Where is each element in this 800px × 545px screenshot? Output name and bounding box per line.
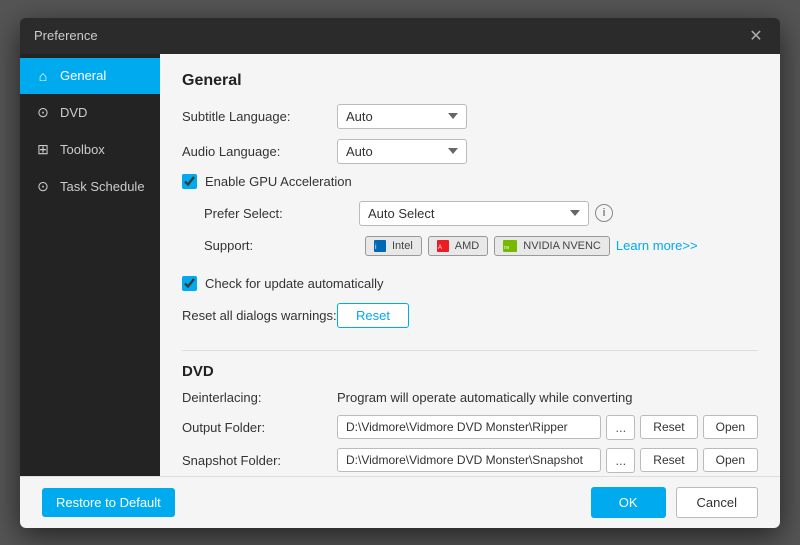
output-folder-label: Output Folder: (182, 420, 337, 435)
dvd-section-title: DVD (182, 363, 758, 380)
gpu-acceleration-checkbox[interactable] (182, 174, 197, 189)
sidebar: ⌂ General ⊙ DVD ⊞ Toolbox ⊙ Task Schedul… (20, 54, 160, 476)
output-folder-input[interactable] (337, 415, 601, 439)
toolbox-icon: ⊞ (34, 141, 52, 158)
sidebar-label-general: General (60, 68, 106, 83)
general-section-title: General (182, 72, 758, 90)
reset-dialogs-row: Reset all dialogs warnings: Reset (182, 303, 758, 328)
info-icon[interactable]: i (595, 204, 613, 222)
footer: Restore to Default OK Cancel (20, 476, 780, 528)
dialog-title: Preference (34, 28, 98, 43)
subtitle-language-row: Subtitle Language: Auto (182, 104, 758, 129)
svg-text:A: A (438, 245, 442, 251)
dialog-body: ⌂ General ⊙ DVD ⊞ Toolbox ⊙ Task Schedul… (20, 54, 780, 476)
audio-language-row: Audio Language: Auto (182, 139, 758, 164)
dvd-icon: ⊙ (34, 104, 52, 121)
preference-dialog: Preference ✕ ⌂ General ⊙ DVD ⊞ Toolbox ⊙… (20, 18, 780, 528)
sidebar-label-toolbox: Toolbox (60, 142, 105, 157)
cancel-button[interactable]: Cancel (676, 487, 758, 518)
sidebar-label-task-schedule: Task Schedule (60, 179, 145, 194)
output-folder-dots-button[interactable]: ... (606, 415, 635, 440)
prefer-select-label: Prefer Select: (204, 206, 359, 221)
prefer-select-dropdown[interactable]: Auto Select (359, 201, 589, 226)
snapshot-folder-dots-button[interactable]: ... (606, 448, 635, 473)
schedule-icon: ⊙ (34, 178, 52, 195)
output-folder-open-button[interactable]: Open (703, 415, 758, 439)
close-button[interactable]: ✕ (746, 26, 766, 46)
section-divider (182, 350, 758, 351)
deinterlacing-row: Deinterlacing: Program will operate auto… (182, 390, 758, 405)
check-update-label[interactable]: Check for update automatically (205, 276, 383, 291)
output-folder-row: Output Folder: ... Reset Open (182, 415, 758, 440)
check-update-checkbox[interactable] (182, 276, 197, 291)
sidebar-item-task-schedule[interactable]: ⊙ Task Schedule (20, 168, 160, 205)
audio-language-dropdown[interactable]: Auto (337, 139, 467, 164)
title-bar: Preference ✕ (20, 18, 780, 54)
footer-actions: OK Cancel (591, 487, 758, 518)
snapshot-folder-row: Snapshot Folder: ... Reset Open (182, 448, 758, 473)
snapshot-folder-open-button[interactable]: Open (703, 448, 758, 472)
check-update-row: Check for update automatically (182, 276, 758, 291)
deinterlacing-value: Program will operate automatically while… (337, 390, 633, 405)
svg-text:nv: nv (504, 245, 510, 251)
reset-dialogs-label: Reset all dialogs warnings: (182, 308, 337, 323)
audio-language-label: Audio Language: (182, 144, 337, 159)
sidebar-item-dvd[interactable]: ⊙ DVD (20, 94, 160, 131)
learn-more-link[interactable]: Learn more>> (616, 238, 698, 253)
prefer-select-block: Prefer Select: Auto Select i Support: i … (204, 201, 758, 266)
sidebar-item-toolbox[interactable]: ⊞ Toolbox (20, 131, 160, 168)
subtitle-language-dropdown[interactable]: Auto (337, 104, 467, 129)
snapshot-folder-label: Snapshot Folder: (182, 453, 337, 468)
gpu-acceleration-label[interactable]: Enable GPU Acceleration (205, 174, 352, 189)
gpu-acceleration-row: Enable GPU Acceleration (182, 174, 758, 189)
snapshot-folder-input[interactable] (337, 448, 601, 472)
subtitle-language-label: Subtitle Language: (182, 109, 337, 124)
sidebar-label-dvd: DVD (60, 105, 87, 120)
nvidia-chip: nv NVIDIA NVENC (494, 236, 610, 256)
reset-dialogs-button[interactable]: Reset (337, 303, 409, 328)
restore-default-button[interactable]: Restore to Default (42, 488, 175, 517)
ok-button[interactable]: OK (591, 487, 666, 518)
support-label: Support: (204, 238, 359, 253)
deinterlacing-label: Deinterlacing: (182, 390, 337, 405)
support-row: Support: i Intel A AMD nv NVIDIA NVENC L… (204, 236, 758, 256)
amd-chip: A AMD (428, 236, 488, 256)
main-content: General Subtitle Language: Auto Audio La… (160, 54, 780, 476)
home-icon: ⌂ (34, 68, 52, 84)
prefer-select-row: Prefer Select: Auto Select i (204, 201, 758, 226)
sidebar-item-general[interactable]: ⌂ General (20, 58, 160, 94)
snapshot-folder-reset-button[interactable]: Reset (640, 448, 697, 472)
output-folder-reset-button[interactable]: Reset (640, 415, 697, 439)
intel-chip: i Intel (365, 236, 422, 256)
